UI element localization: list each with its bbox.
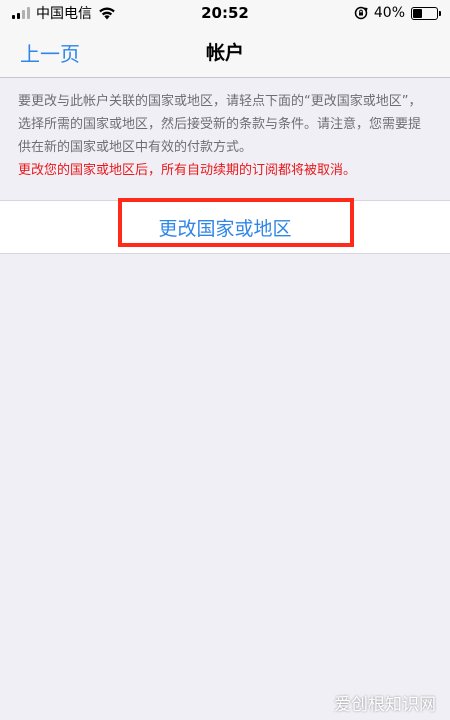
battery-icon — [411, 6, 441, 20]
page-title: 帐户 — [205, 42, 244, 64]
battery-fill — [413, 8, 423, 18]
navigation-bar: 上一页 帐户 — [0, 26, 450, 78]
warning-text: 更改您的国家或地区后，所有自动续期的订阅都将被取消。 — [18, 163, 357, 178]
status-left: 中国电信 — [12, 3, 116, 23]
carrier-label: 中国电信 — [36, 6, 92, 22]
status-right: 40% — [354, 5, 441, 21]
battery-percent: 40% — [373, 5, 405, 21]
watermark: 爱创根知识网 — [334, 695, 436, 715]
description-body: 要更改与此帐户关联的国家或地区，请轻点下面的“更改国家或地区”，选择所需的国家或… — [18, 94, 422, 155]
wifi-icon — [99, 7, 115, 19]
status-bar: 中国电信 20:52 40% — [0, 0, 450, 26]
description-text: 要更改与此帐户关联的国家或地区，请轻点下面的“更改国家或地区”，选择所需的国家或… — [0, 90, 450, 182]
signal-icon — [12, 7, 30, 19]
rotation-lock-icon — [354, 6, 368, 20]
highlight-annotation — [118, 198, 354, 247]
